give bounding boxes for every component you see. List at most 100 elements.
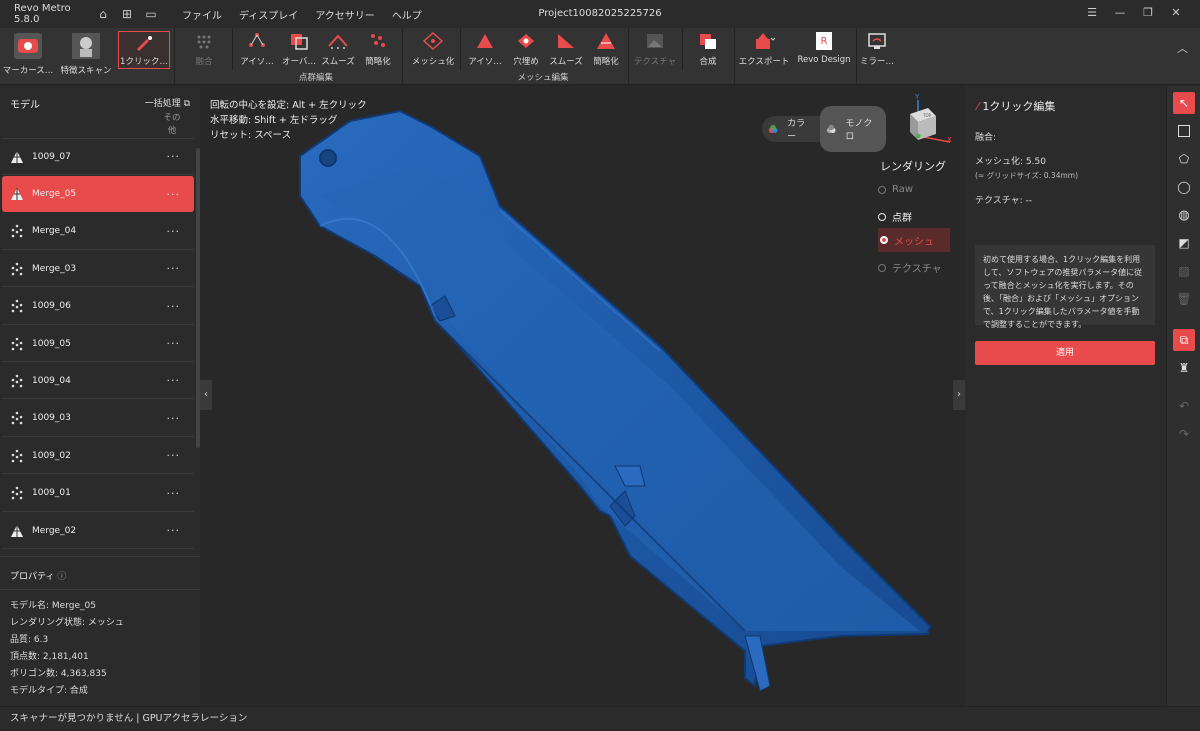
color-mode-button[interactable]: カラー — [762, 106, 820, 152]
meshing-button[interactable]: メッシュ化 — [410, 31, 456, 69]
list-item[interactable]: Merge_02 ··· — [2, 513, 194, 549]
more-options-icon[interactable]: ··· — [167, 449, 181, 462]
smooth-points-button[interactable]: スムーズ — [320, 31, 356, 69]
collapse-right-panel-button[interactable]: › — [953, 380, 965, 410]
properties-header: プロパティ ⓘ — [10, 572, 67, 582]
collapse-toolbar-icon[interactable]: ︿ — [1177, 40, 1188, 56]
export-icon — [756, 33, 775, 49]
render-texture-option[interactable]: テクスチャ — [878, 260, 942, 275]
revo-design-button[interactable]: R Revo Design — [796, 31, 852, 69]
mesh-model[interactable] — [200, 86, 965, 706]
list-item[interactable]: 1009_06 ··· — [2, 289, 194, 325]
list-item[interactable]: 1009_07 ··· — [2, 139, 194, 175]
isolate-mesh-button[interactable]: アイソ… — [466, 31, 504, 69]
fill-holes-button[interactable]: 穴埋め — [508, 31, 544, 69]
overlap-icon — [291, 34, 308, 50]
clear-select-button[interactable]: ▨ — [1173, 260, 1195, 282]
prop-model-name: モデル名: Merge_05 — [10, 601, 96, 611]
settings-icon[interactable]: ☰ — [1078, 6, 1106, 19]
fuse-button[interactable]: 融合 — [186, 31, 222, 69]
list-item[interactable]: 1009_03 ··· — [2, 401, 194, 437]
pointcloud-group-label: 点群編集 — [298, 73, 333, 83]
menu-accessory[interactable]: アクセサリー — [315, 7, 375, 22]
apply-button[interactable]: 適用 — [975, 341, 1155, 365]
more-options-icon[interactable]: ··· — [167, 188, 181, 201]
more-options-icon[interactable]: ··· — [167, 262, 181, 275]
pointcloud-model-icon — [11, 299, 23, 313]
list-item[interactable]: Merge_04 ··· — [2, 214, 194, 250]
sphere-select-button[interactable]: ◍ — [1173, 204, 1195, 226]
meshing-icon — [422, 31, 444, 51]
view-cube[interactable]: TOP Y X — [900, 92, 956, 148]
invert-select-button[interactable]: ◩ — [1173, 232, 1195, 254]
more-options-icon[interactable]: ··· — [167, 337, 181, 350]
menu-help[interactable]: ヘルプ — [392, 7, 422, 22]
rect-select-button[interactable] — [1173, 120, 1195, 142]
trash-icon: 🗑 — [1176, 292, 1192, 306]
list-item[interactable]: 1009_01 ··· — [2, 476, 194, 512]
copy-icon: ⧉ — [1179, 332, 1189, 347]
more-options-icon[interactable]: ··· — [167, 225, 181, 238]
one-click-edit-panel: ⁄ 1クリック編集 融合: メッシュ化: 5.50 (≈ グリッドサイズ: 0.… — [965, 86, 1166, 706]
marker-scan-button[interactable]: マーカース… — [2, 31, 54, 76]
merge-button[interactable]: 合成 — [690, 31, 726, 69]
close-icon[interactable]: ✕ — [1162, 6, 1190, 19]
more-options-icon[interactable]: ··· — [167, 374, 181, 387]
export-button[interactable]: エクスポート — [738, 31, 790, 69]
list-item[interactable]: Merge_03 ··· — [2, 251, 194, 288]
list-item[interactable]: Merge_05 ··· — [2, 176, 194, 213]
redo-icon: ↷ — [1178, 427, 1190, 441]
menu-display[interactable]: ディスプレイ — [239, 7, 298, 22]
more-options-icon[interactable]: ··· — [167, 150, 181, 163]
more-options-icon[interactable]: ··· — [167, 487, 181, 500]
list-item[interactable]: 1009_04 ··· — [2, 363, 194, 400]
collapse-left-panel-button[interactable]: ‹ — [200, 380, 212, 410]
texture-button[interactable]: テクスチャ — [632, 31, 678, 69]
undo-button[interactable]: ↶ — [1173, 395, 1195, 417]
svg-text:R: R — [821, 36, 828, 47]
select-tool-button[interactable]: ↖ — [1173, 92, 1195, 114]
rectangle-icon — [1178, 125, 1190, 137]
render-raw-option[interactable]: Raw — [878, 184, 913, 195]
more-options-icon[interactable]: ··· — [167, 412, 181, 425]
list-item[interactable]: 1009_05 ··· — [2, 326, 194, 362]
simplify-points-button[interactable]: 簡略化 — [360, 31, 396, 69]
brush-select-button[interactable]: ◯ — [1173, 176, 1195, 198]
list-item[interactable]: 1009_02 ··· — [2, 438, 194, 475]
new-project-icon[interactable]: ⊞ — [120, 7, 134, 21]
model-info-button[interactable]: ♜ — [1173, 357, 1195, 379]
color-mode-toggle: カラー モノクロ — [762, 106, 886, 152]
clear-icon: ▨ — [1178, 264, 1190, 278]
more-options-icon[interactable]: ··· — [167, 300, 181, 313]
mesh-model-icon — [11, 150, 23, 163]
redo-button[interactable]: ↷ — [1173, 423, 1195, 445]
lasso-select-button[interactable]: ⬠ — [1173, 148, 1195, 170]
pointcloud-model-icon — [11, 374, 23, 388]
menu-bar: ファイル ディスプレイ アクセサリー ヘルプ — [182, 7, 439, 22]
model-name: Merge_03 — [32, 263, 77, 274]
one-click-edit-button[interactable]: 1クリック… — [118, 31, 170, 69]
maximize-icon[interactable]: ❐ — [1134, 6, 1162, 19]
simplify-mesh-button[interactable]: 簡略化 — [588, 31, 624, 69]
feature-scan-button[interactable]: 特徴スキャン — [58, 31, 114, 76]
feature-scan-icon — [72, 33, 100, 59]
mirror-button[interactable]: ミラー… — [858, 31, 896, 69]
info-icon[interactable]: ⓘ — [57, 572, 66, 582]
batch-process-button[interactable]: 一括処理 ⧉ — [145, 96, 190, 109]
render-pointcloud-option[interactable]: 点群 — [878, 209, 912, 224]
menu-file[interactable]: ファイル — [182, 7, 222, 22]
smooth-mesh-button[interactable]: スムーズ — [548, 31, 584, 69]
delete-button[interactable]: 🗑 — [1173, 288, 1195, 310]
tool-rail: ↖ ⬠ ◯ ◍ ◩ ▨ 🗑 ⧉ ♜ ↶ ↷ — [1166, 86, 1200, 706]
render-mesh-option[interactable]: メッシュ — [878, 228, 950, 252]
mono-icon — [827, 124, 836, 133]
3d-viewport[interactable]: 回転の中心を設定: Alt + 左クリック 水平移動: Shift + 左ドラッ… — [200, 86, 965, 706]
copy-view-button[interactable]: ⧉ — [1173, 329, 1195, 351]
minimize-icon[interactable]: — — [1106, 6, 1134, 19]
more-options-icon[interactable]: ··· — [167, 524, 181, 537]
mono-mode-button[interactable]: モノクロ — [820, 106, 886, 152]
home-icon[interactable]: ⌂ — [96, 7, 110, 21]
overlap-button[interactable]: オーバ… — [280, 31, 318, 69]
open-folder-icon[interactable]: ▭ — [144, 7, 158, 21]
isolate-points-button[interactable]: アイソ… — [238, 31, 276, 69]
